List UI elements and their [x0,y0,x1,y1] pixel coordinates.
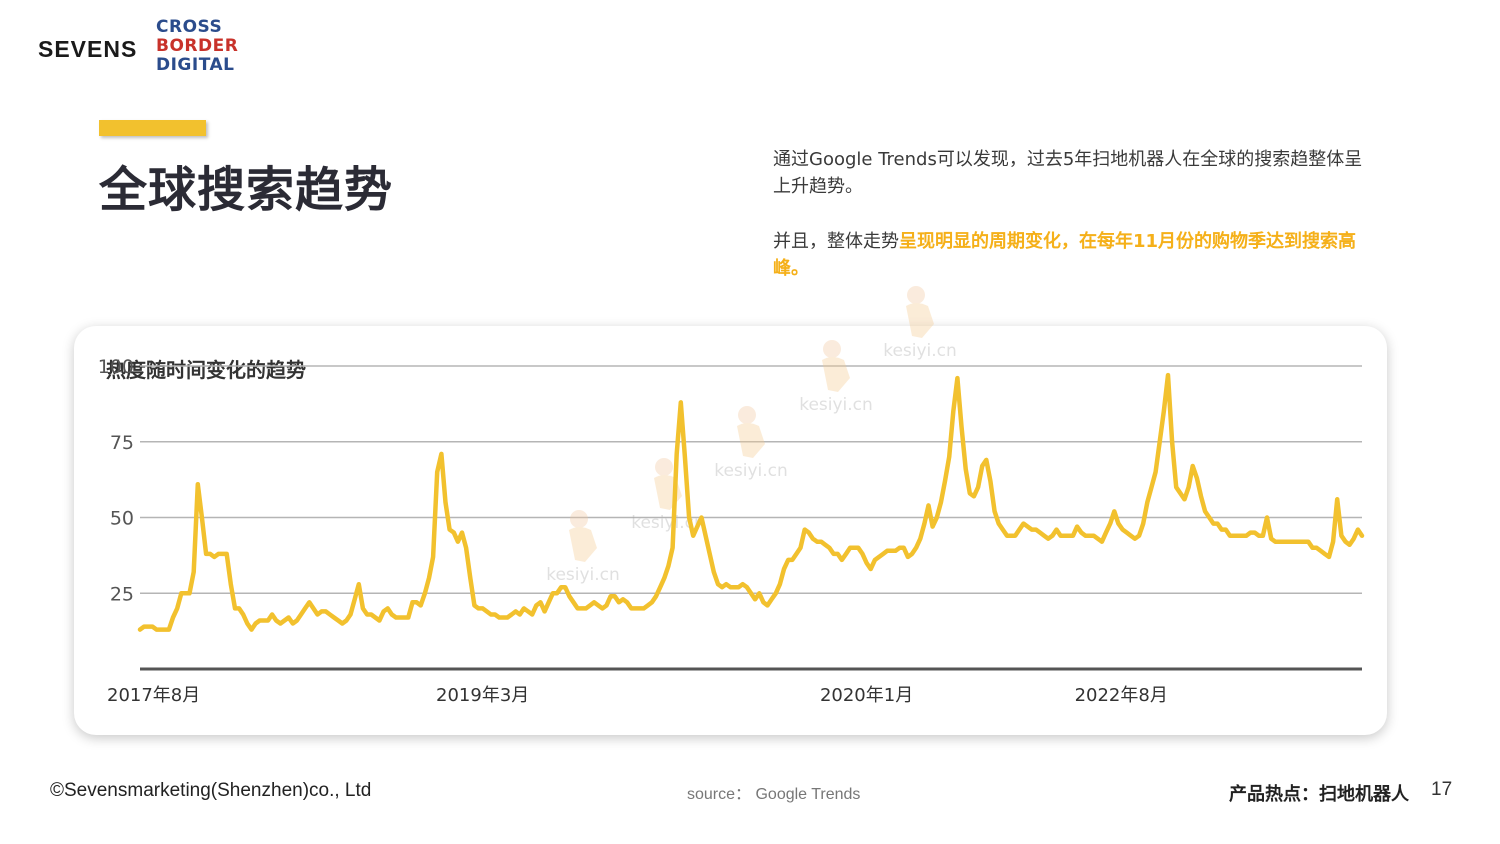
x-tick-label: 2019年3月 [436,685,529,706]
watermark-figure-icon [907,286,925,304]
watermark-text: kesiyi.cn [799,395,873,415]
y-tick-label: 75 [110,432,134,454]
watermark-figure-icon [823,340,841,358]
y-tick-label: 25 [110,583,134,605]
watermark-figure-icon [569,527,597,562]
y-tick-label: 100 [98,356,134,378]
x-tick-label: 2022年8月 [1075,685,1168,706]
watermark-figure-icon [570,510,588,528]
page-number: 17 [1431,779,1453,800]
watermark-text: kesiyi.cn [883,341,957,361]
watermark-figure-icon [822,357,850,392]
topic-label: 产品热点：扫地机器人 [1229,784,1409,805]
y-tick-label: 50 [110,508,134,530]
watermark-figure-icon [738,406,756,424]
watermark-text: kesiyi.cn [546,565,620,585]
watermark-text: kesiyi.cn [714,461,788,481]
copyright-text: ©Sevensmarketing(Shenzhen)co., Ltd [50,780,372,801]
watermark-figure-icon [737,423,765,458]
trend-chart: kesiyi.cnkesiyi.cnkesiyi.cnkesiyi.cnkesi… [98,286,1365,706]
watermark-figure-icon [655,458,673,476]
watermark-figure-icon [906,303,934,338]
x-tick-label: 2017年8月 [107,685,200,706]
x-tick-label: 2020年1月 [820,685,913,706]
source-text: source： Google Trends [687,786,861,803]
